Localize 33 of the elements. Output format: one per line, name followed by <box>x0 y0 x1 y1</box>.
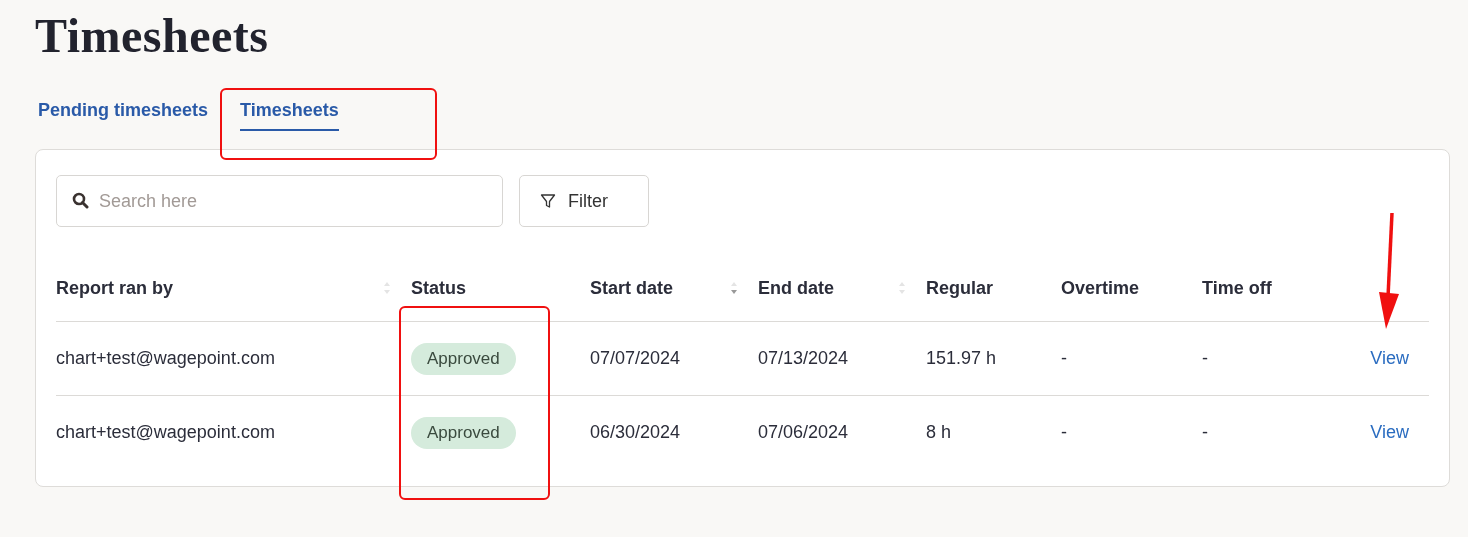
filter-button[interactable]: Filter <box>519 175 649 227</box>
column-header: Time off <box>1202 277 1272 299</box>
table-cell: - <box>1061 348 1067 369</box>
table-cell: 07/07/2024 <box>590 348 681 369</box>
table-cell: 8 h <box>926 422 952 443</box>
status-badge: Approved <box>411 342 516 375</box>
view-link[interactable]: View <box>1370 348 1409 369</box>
tab[interactable]: Pending timesheets <box>38 100 209 131</box>
search-field[interactable]: Search here <box>56 175 503 227</box>
column-header: Status <box>411 277 466 299</box>
table-cell: - <box>1202 348 1208 369</box>
page-title: Timesheets <box>35 8 270 64</box>
sort-icon[interactable] <box>383 280 391 296</box>
table-cell: 07/06/2024 <box>758 422 849 443</box>
table-cell: - <box>1202 422 1208 443</box>
view-link[interactable]: View <box>1370 422 1409 443</box>
tab[interactable]: Timesheets <box>240 100 339 131</box>
search-icon <box>72 192 89 209</box>
sort-icon[interactable] <box>898 280 906 296</box>
column-header: End date <box>758 277 834 299</box>
column-header: Regular <box>926 277 994 299</box>
column-header: Start date <box>590 277 674 299</box>
filter-icon <box>540 193 556 209</box>
table-cell: chart+test@wagepoint.com <box>56 348 275 369</box>
column-header: Report ran by <box>56 277 174 299</box>
table-cell: - <box>1061 422 1067 443</box>
column-header: Overtime <box>1061 277 1140 299</box>
table-cell: 151.97 h <box>926 348 997 369</box>
table-cell: chart+test@wagepoint.com <box>56 422 275 443</box>
sort-icon[interactable] <box>730 280 738 296</box>
table-cell: 06/30/2024 <box>590 422 681 443</box>
status-badge: Approved <box>411 416 516 449</box>
table-cell: 07/13/2024 <box>758 348 849 369</box>
